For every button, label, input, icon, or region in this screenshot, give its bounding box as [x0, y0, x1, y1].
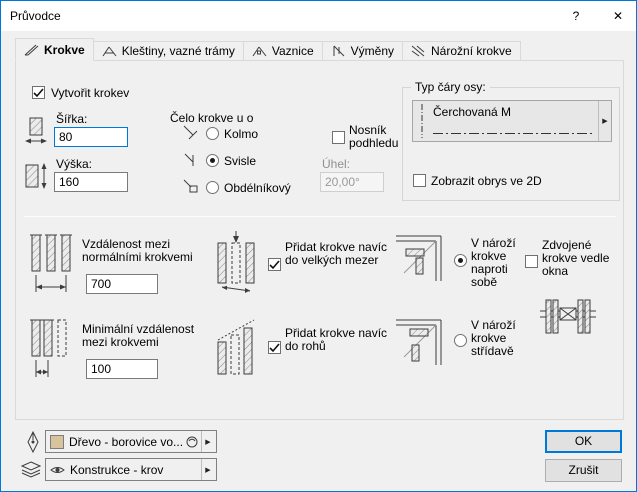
normal-distance-label: Vzdálenost mezi normálními krokvemi — [82, 238, 222, 264]
height-input[interactable] — [54, 172, 128, 192]
width-label: Šířka: — [56, 113, 87, 126]
width-input[interactable] — [54, 127, 128, 147]
purlin-tab-icon — [252, 45, 267, 57]
line-type-value: Čerchovaná M — [433, 105, 596, 119]
tab-vymeny[interactable]: Výměny — [322, 41, 403, 61]
layers-icon — [21, 461, 41, 478]
add-rafter-corner-icon — [216, 314, 256, 386]
collar-beam-tab-icon — [102, 45, 117, 57]
rafter-tab-icon — [24, 44, 39, 56]
show-outline-2d-checkbox[interactable] — [413, 174, 426, 187]
section-separator — [24, 216, 616, 217]
line-type-dropdown[interactable]: Čerchovaná M ▶ — [412, 100, 612, 142]
dropdown-arrow-icon[interactable]: ▶ — [598, 101, 611, 141]
tab-label: Vaznice — [272, 44, 314, 58]
tab-label: Kleštiny, vazné trámy — [122, 44, 235, 58]
add-rafter-gap-icon — [216, 229, 256, 301]
material-picker-icon[interactable] — [185, 435, 199, 449]
angle-label: Úhel: — [322, 158, 350, 171]
close-button[interactable]: ✕ — [600, 1, 636, 31]
svisle-label[interactable]: Svisle — [224, 155, 256, 168]
pen-icon — [25, 431, 41, 453]
material-dropdown[interactable]: Dřevo - borovice vo... ▶ — [45, 430, 217, 453]
double-by-window-checkbox[interactable] — [525, 255, 538, 268]
min-distance-label: Minimální vzdálenost mezi krokvemi — [82, 323, 222, 349]
help-icon: ? — [573, 9, 580, 23]
hip-alternating-icon — [396, 315, 442, 365]
create-rafter-checkbox[interactable] — [32, 86, 45, 99]
line-type-value-area: Čerchovaná M — [431, 101, 598, 141]
titlebar: Průvodce ? ✕ — [1, 1, 636, 31]
create-rafter-label[interactable]: Vytvořit krokev — [51, 87, 129, 100]
hip-opposite-radio[interactable] — [454, 254, 467, 267]
add-gap-rafters-label[interactable]: Přidat krokve navíc do velkých mezer — [285, 241, 397, 267]
axis-line-type-group-label: Typ čáry osy: — [411, 80, 490, 94]
kolmo-radio[interactable] — [206, 127, 219, 140]
rafter-height-icon — [24, 161, 50, 191]
pruvodce-dialog: Průvodce ? ✕ Krokve Kleštiny, vazné trám… — [0, 0, 637, 492]
ok-button[interactable]: OK — [545, 430, 622, 453]
tab-label: Výměny — [351, 44, 394, 58]
close-icon: ✕ — [613, 9, 623, 23]
svisle-radio[interactable] — [206, 154, 219, 167]
trimmer-tab-icon — [331, 45, 346, 57]
min-distance-input[interactable] — [86, 359, 158, 379]
hip-opposite-icon — [396, 231, 442, 281]
perpendicular-cut-icon — [182, 123, 200, 141]
material-value: Dřevo - borovice vo... — [69, 435, 185, 449]
window-title: Průvodce — [10, 9, 61, 23]
vertical-cut-icon — [182, 150, 200, 168]
double-by-window-label[interactable]: Zdvojené krokve vedle okna — [542, 239, 622, 278]
tab-page-krokve: Vytvořit krokev Šířka: Výška: Čelo krokv… — [15, 60, 624, 420]
dropdown-arrow-icon[interactable]: ▶ — [201, 459, 214, 480]
add-gap-rafters-checkbox[interactable] — [268, 258, 281, 271]
eye-icon — [50, 465, 65, 475]
dropdown-arrow-icon[interactable]: ▶ — [201, 431, 214, 452]
axis-line-type-group: Typ čáry osy: Čerchovaná M ▶ Zobrazit ob… — [402, 87, 620, 201]
tab-vaznice[interactable]: Vaznice — [243, 41, 323, 61]
normal-distance-input[interactable] — [86, 274, 158, 294]
tab-klestiny[interactable]: Kleštiny, vazné trámy — [93, 41, 244, 61]
material-swatch — [50, 435, 64, 449]
hip-alternating-radio[interactable] — [454, 334, 467, 347]
kolmo-label[interactable]: Kolmo — [224, 128, 258, 141]
help-button[interactable]: ? — [558, 1, 594, 31]
min-spacing-icon — [28, 314, 76, 386]
rectangular-cut-icon — [182, 177, 200, 195]
tab-label: Nárožní krokve — [431, 44, 512, 58]
tab-krokve[interactable]: Krokve — [15, 38, 94, 61]
height-label: Výška: — [56, 158, 92, 171]
rafter-width-icon — [24, 116, 48, 146]
show-outline-2d-label[interactable]: Zobrazit obrys ve 2D — [431, 175, 542, 188]
rafter-spacing-icon — [28, 229, 76, 301]
angle-input — [320, 172, 384, 192]
add-corner-rafters-label[interactable]: Přidat krokve navíc do rohů — [285, 327, 397, 353]
hip-rafter-tab-icon — [411, 45, 426, 57]
layer-dropdown[interactable]: Konstrukce - krov ▶ — [45, 458, 217, 481]
soffit-beam-checkbox[interactable] — [332, 131, 345, 144]
hip-alternating-label[interactable]: V nároží krokve střídavě — [471, 319, 535, 358]
obdelnikovy-radio[interactable] — [206, 181, 219, 194]
add-corner-rafters-checkbox[interactable] — [268, 341, 281, 354]
tabstrip: Krokve Kleštiny, vazné trámy Vaznice Vým… — [15, 38, 520, 61]
obdelnikovy-label[interactable]: Obdélníkový — [224, 182, 291, 195]
axis-line-icon — [413, 101, 431, 141]
cancel-button[interactable]: Zrušit — [545, 459, 622, 482]
window-double-rafters-icon — [540, 295, 596, 341]
layer-value: Konstrukce - krov — [70, 463, 201, 477]
dash-dot-preview-line — [433, 131, 593, 136]
tab-label: Krokve — [44, 43, 85, 57]
tab-narozni-krokve[interactable]: Nárožní krokve — [402, 41, 521, 61]
